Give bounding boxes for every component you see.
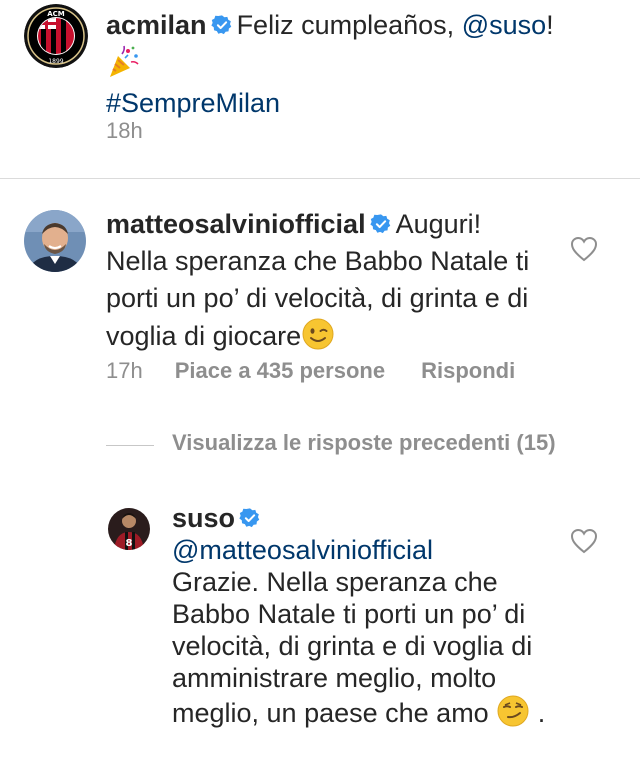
- profile-photo: [24, 210, 86, 272]
- ac-milan-logo: ACM 1899: [24, 4, 88, 68]
- caption-timestamp: 18h: [106, 118, 143, 143]
- verified-badge-icon: [210, 15, 231, 35]
- reply-body-end: .: [537, 698, 546, 728]
- reply-item: 8 suso @matteosalviniofficial Grazie. Ne…: [0, 500, 640, 770]
- verified-badge-icon: [369, 214, 390, 234]
- caption-body: Feliz cumpleaños,: [236, 10, 455, 40]
- reply-text: suso @matteosalviniofficial Grazie. Nell…: [172, 502, 572, 729]
- like-reply-heart-icon[interactable]: [570, 528, 598, 554]
- profile-photo: 8: [108, 508, 150, 550]
- replies-line-divider: [106, 445, 154, 446]
- post-caption: ACM 1899 acmilan Feliz cumpleaños, @suso!…: [0, 0, 640, 178]
- caption-body-end: !: [546, 10, 554, 40]
- party-popper-emoji: [110, 45, 139, 77]
- like-comment-heart-icon[interactable]: [570, 236, 598, 262]
- comment-timestamp: 17h: [106, 358, 143, 383]
- smirking-face-emoji: [497, 695, 529, 727]
- comment-username[interactable]: matteosalviniofficial: [106, 209, 366, 239]
- instagram-comments-view: ACM 1899 acmilan Feliz cumpleaños, @suso!…: [0, 0, 640, 770]
- view-previous-replies-button[interactable]: Visualizza le risposte precedenti (15): [106, 428, 626, 462]
- reply-mention-link[interactable]: @matteosalviniofficial: [172, 535, 433, 565]
- reply-body: Grazie. Nella speranza che Babbo Natale …: [172, 567, 533, 728]
- logo-text-top: ACM: [47, 10, 65, 18]
- comment-item: matteosalviniofficial Auguri! Nella spera…: [0, 200, 640, 400]
- suso-avatar[interactable]: 8: [108, 508, 150, 550]
- comment-text: matteosalviniofficial Auguri! Nella spera…: [106, 206, 546, 355]
- winking-face-emoji: [302, 318, 334, 350]
- reply-username[interactable]: suso: [172, 503, 235, 533]
- caption-text: acmilan Feliz cumpleaños, @suso! #SempreM…: [106, 6, 626, 122]
- reply-button[interactable]: Rispondi: [421, 358, 515, 383]
- caption-username[interactable]: acmilan: [106, 10, 207, 40]
- shirt-number: 8: [126, 538, 133, 549]
- view-replies-label: Visualizza le risposte precedenti (15): [172, 430, 556, 455]
- caption-divider: [0, 178, 640, 179]
- caption-mention-link[interactable]: @suso: [462, 10, 546, 40]
- logo-text-bottom: 1899: [48, 58, 63, 65]
- verified-badge-icon: [239, 508, 260, 528]
- acmilan-avatar[interactable]: ACM 1899: [24, 4, 88, 68]
- caption-hashtag-link[interactable]: #SempreMilan: [106, 88, 280, 118]
- comment-meta: 17h Piace a 435 persone Rispondi: [106, 358, 515, 384]
- comment-likes-link[interactable]: Piace a 435 persone: [175, 358, 385, 383]
- salvini-avatar[interactable]: [24, 210, 86, 272]
